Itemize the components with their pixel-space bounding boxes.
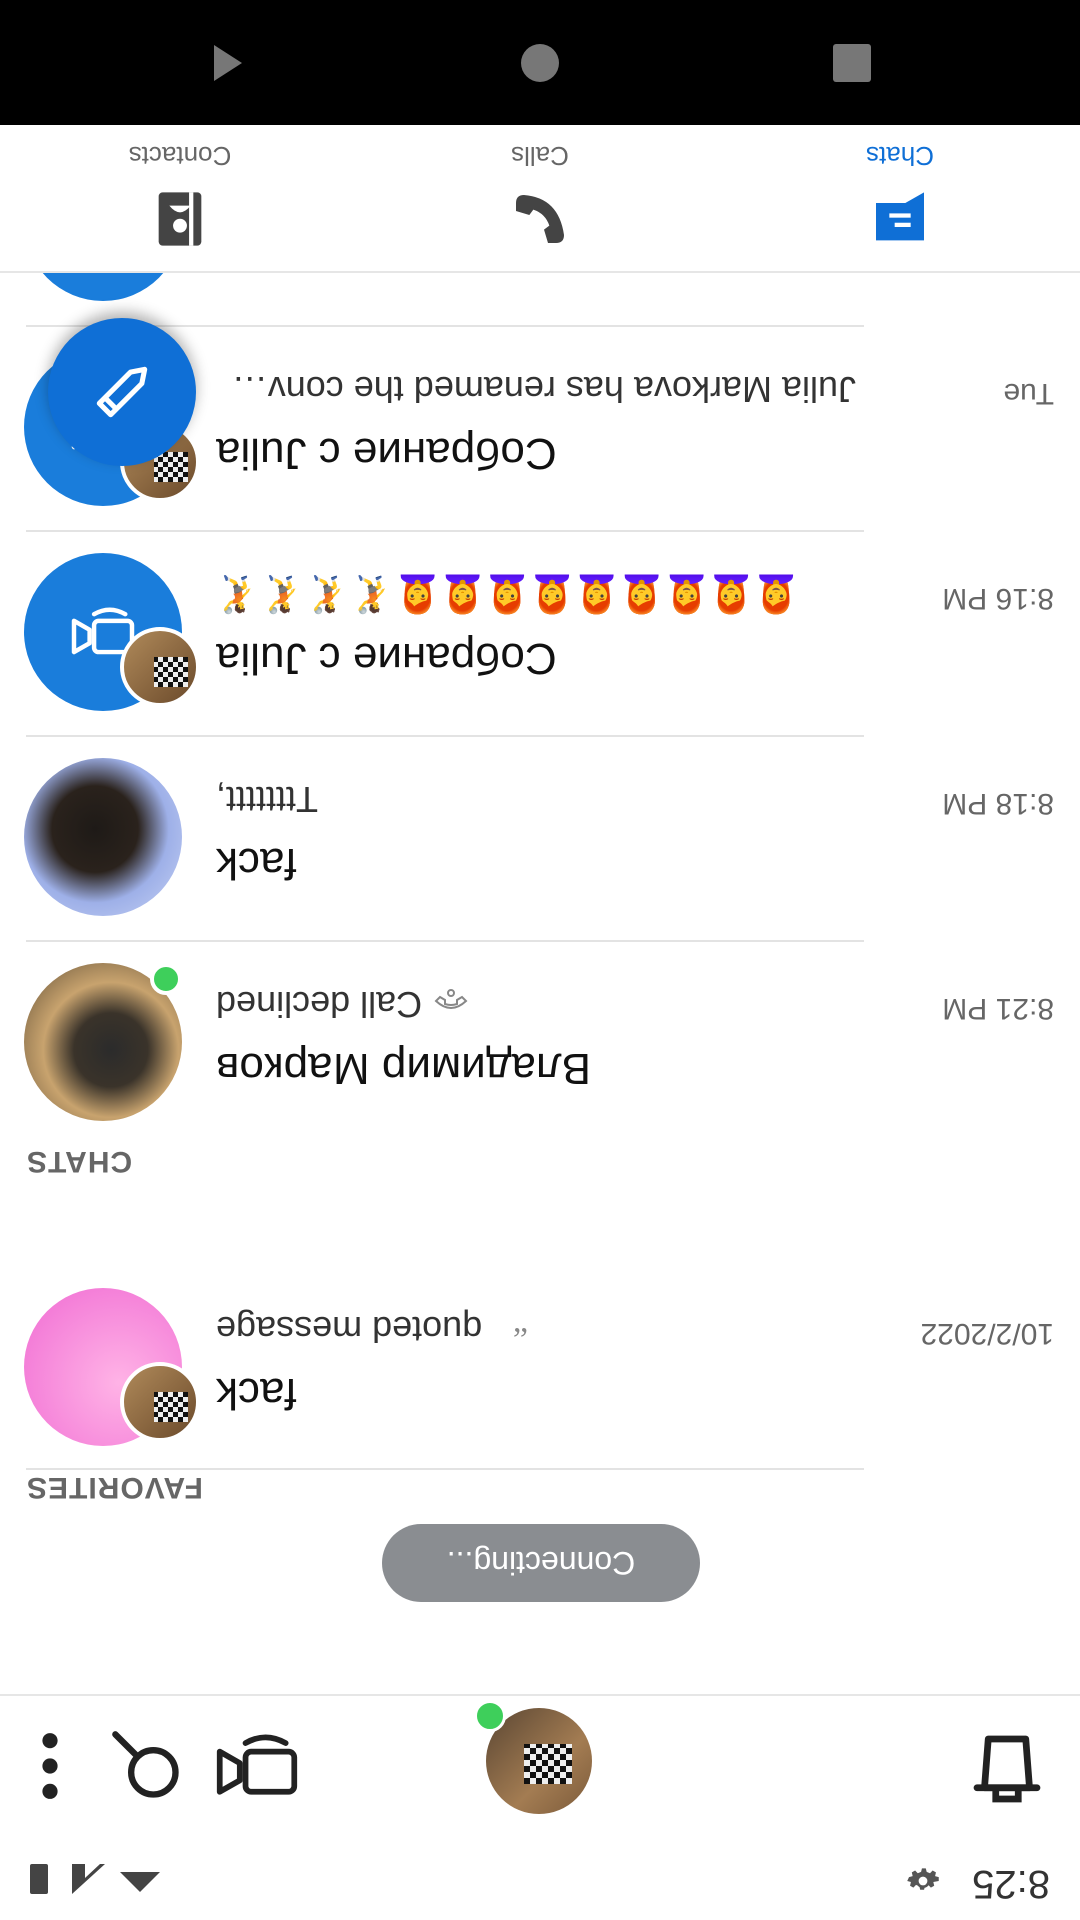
chat-avatar [24, 758, 182, 916]
online-indicator [150, 963, 182, 995]
more-options-icon[interactable] [30, 1728, 70, 1804]
home-icon[interactable] [518, 41, 562, 85]
chat-name: Собрание с Julia [216, 429, 557, 478]
chat-time: 8:21 PM [942, 992, 1054, 1025]
phone-declined-icon [434, 988, 468, 1009]
divider [26, 735, 864, 737]
contacts-icon [158, 192, 202, 246]
tab-chats-label: Chats [866, 141, 934, 171]
system-navigation-bar [0, 0, 1080, 125]
tab-chats[interactable]: Chats [720, 123, 1080, 271]
chat-name: Владимир Марков [216, 1044, 591, 1093]
battery-icon [30, 1864, 48, 1894]
app-bar [0, 1694, 1080, 1840]
chat-row[interactable]: fack Tttttttt, 8:18 PM [0, 735, 1080, 940]
chat-preview: “quoted message [216, 1308, 776, 1350]
chat-time: 8:18 PM [942, 787, 1054, 820]
chat-preview: 👩‍🦰👩‍🦰👩‍🦰👩‍🦰👩‍🦰👩‍🦰👩‍🦰👩‍🦰👩‍🦰🤾🤾🤾🤾 [216, 574, 799, 615]
chat-name: fack [216, 839, 297, 888]
connecting-indicator: Connecting... [382, 1524, 700, 1602]
chat-row-favorite-fack[interactable]: fack “quoted message 10/2/2022 [0, 1265, 1080, 1470]
chat-preview: Tttttttt, [216, 779, 319, 820]
tab-calls[interactable]: Calls [360, 123, 720, 271]
tab-contacts-label: Contacts [128, 141, 232, 171]
chats-section-label: CHATS [26, 1145, 133, 1178]
new-chat-button[interactable] [48, 318, 196, 466]
divider [26, 530, 864, 532]
tab-calls-label: Calls [511, 141, 569, 171]
phone-icon [516, 195, 564, 243]
gear-icon [907, 1868, 939, 1890]
pencil-icon [96, 366, 148, 418]
chat-row[interactable]: Собрание с Julia 👩‍🦰👩‍🦰👩‍🦰👩‍🦰👩‍🦰👩‍🦰👩‍🦰👩‍🦰… [0, 530, 1080, 735]
status-icons [30, 1864, 160, 1894]
divider [26, 1468, 864, 1470]
mini-avatar [120, 627, 200, 707]
video-call-icon[interactable] [214, 1728, 300, 1804]
online-indicator [474, 1700, 506, 1732]
search-icon[interactable] [109, 1728, 185, 1804]
back-icon[interactable] [204, 41, 248, 85]
divider [26, 940, 864, 942]
chat-time: 10/2/2022 [920, 1317, 1054, 1350]
chat-time: 8:16 PM [942, 582, 1054, 615]
mini-avatar [120, 1362, 200, 1442]
app-screen: 8:25 Connecting... FAVORITES fack “ quot… [0, 0, 1080, 1920]
tab-contacts[interactable]: Contacts [0, 123, 360, 271]
chat-name: fack [216, 1369, 297, 1418]
chat-name: Собрание с Julia [216, 634, 557, 683]
status-bar: 8:25 [0, 1840, 1080, 1920]
chat-icon [876, 192, 924, 241]
wifi-icon [120, 1872, 160, 1892]
svg-text:“: “ [513, 1312, 528, 1342]
favorites-section-label: FAVORITES [26, 1471, 203, 1504]
chat-preview: Call declined [216, 983, 856, 1025]
recents-icon[interactable] [830, 41, 874, 85]
chat-row[interactable]: Владимир Марков Call declined 8:21 PM [0, 940, 1080, 1145]
quote-icon: “ [513, 1312, 528, 1342]
status-time: 8:25 [972, 1862, 1050, 1906]
chat-time: Tue [1003, 377, 1054, 410]
chat-preview: Julia Markova has renamed the conversati… [216, 369, 856, 410]
bottom-navigation: Chats Calls Contacts [0, 123, 1080, 273]
trash-icon[interactable] [962, 1724, 1052, 1814]
